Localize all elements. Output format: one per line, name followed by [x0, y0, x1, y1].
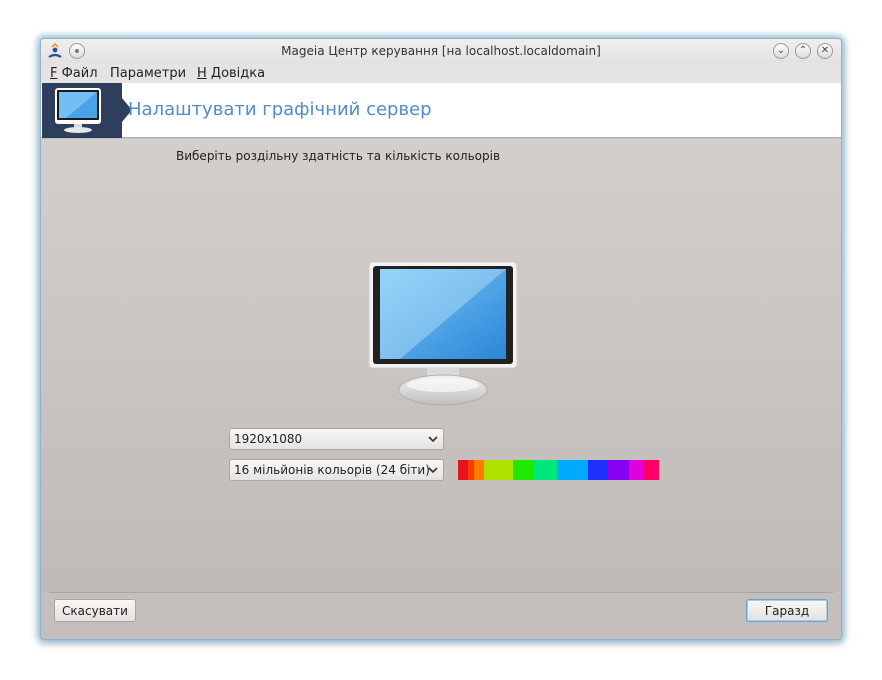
minimize-icon[interactable]: ⌄ — [773, 43, 789, 59]
title-bar[interactable]: Mageia Центр керування [на localhost.loc… — [41, 39, 841, 63]
chevron-down-icon — [428, 467, 438, 474]
color-swatch-rose — [644, 460, 659, 480]
banner-icon-area — [42, 83, 122, 138]
color-swatch-magenta — [629, 460, 644, 480]
color-swatch-spring-green — [534, 460, 557, 480]
resolution-value: 1920x1080 — [234, 432, 303, 446]
ok-button[interactable]: Гаразд — [746, 599, 828, 622]
footer: Скасувати Гаразд — [41, 593, 841, 639]
menu-file[interactable]: F Файл — [50, 66, 98, 81]
chevron-down-icon — [428, 436, 438, 443]
color-swatch-green — [513, 460, 534, 480]
page-banner: Налаштувати графічний сервер — [41, 83, 841, 138]
monitor-icon — [368, 261, 518, 406]
close-icon[interactable]: ✕ — [817, 43, 833, 59]
main-content: Виберіть роздільну здатність та кількіст… — [41, 139, 841, 592]
menu-settings[interactable]: Параметри — [110, 66, 186, 81]
color-swatch-azure — [557, 460, 588, 480]
menu-help[interactable]: H Довідка — [197, 66, 265, 81]
page-title: Налаштувати графічний сервер — [128, 99, 432, 120]
maximize-icon[interactable]: ⌃ — [795, 43, 811, 59]
color-depth-preview — [458, 460, 659, 480]
color-swatch-blue — [588, 460, 608, 480]
window-title: Mageia Центр керування [на localhost.loc… — [281, 44, 601, 58]
color-swatch-yellow-green — [484, 460, 513, 480]
cancel-button[interactable]: Скасувати — [54, 599, 136, 622]
color-depth-value: 16 мільйонів кольорів (24 біти) — [234, 463, 430, 477]
color-depth-select[interactable]: 16 мільйонів кольорів (24 біти) — [229, 459, 444, 481]
color-swatch-red — [458, 460, 468, 480]
color-swatch-orange — [474, 460, 484, 480]
instruction-text: Виберіть роздільну здатність та кількіст… — [176, 149, 501, 163]
resolution-select[interactable]: 1920x1080 — [229, 428, 444, 450]
color-swatch-violet — [608, 460, 629, 480]
monitor-icon — [55, 88, 101, 133]
menu-bar: F Файл Параметри H Довідка — [41, 63, 841, 83]
main-window: Mageia Центр керування [на localhost.loc… — [40, 38, 842, 640]
